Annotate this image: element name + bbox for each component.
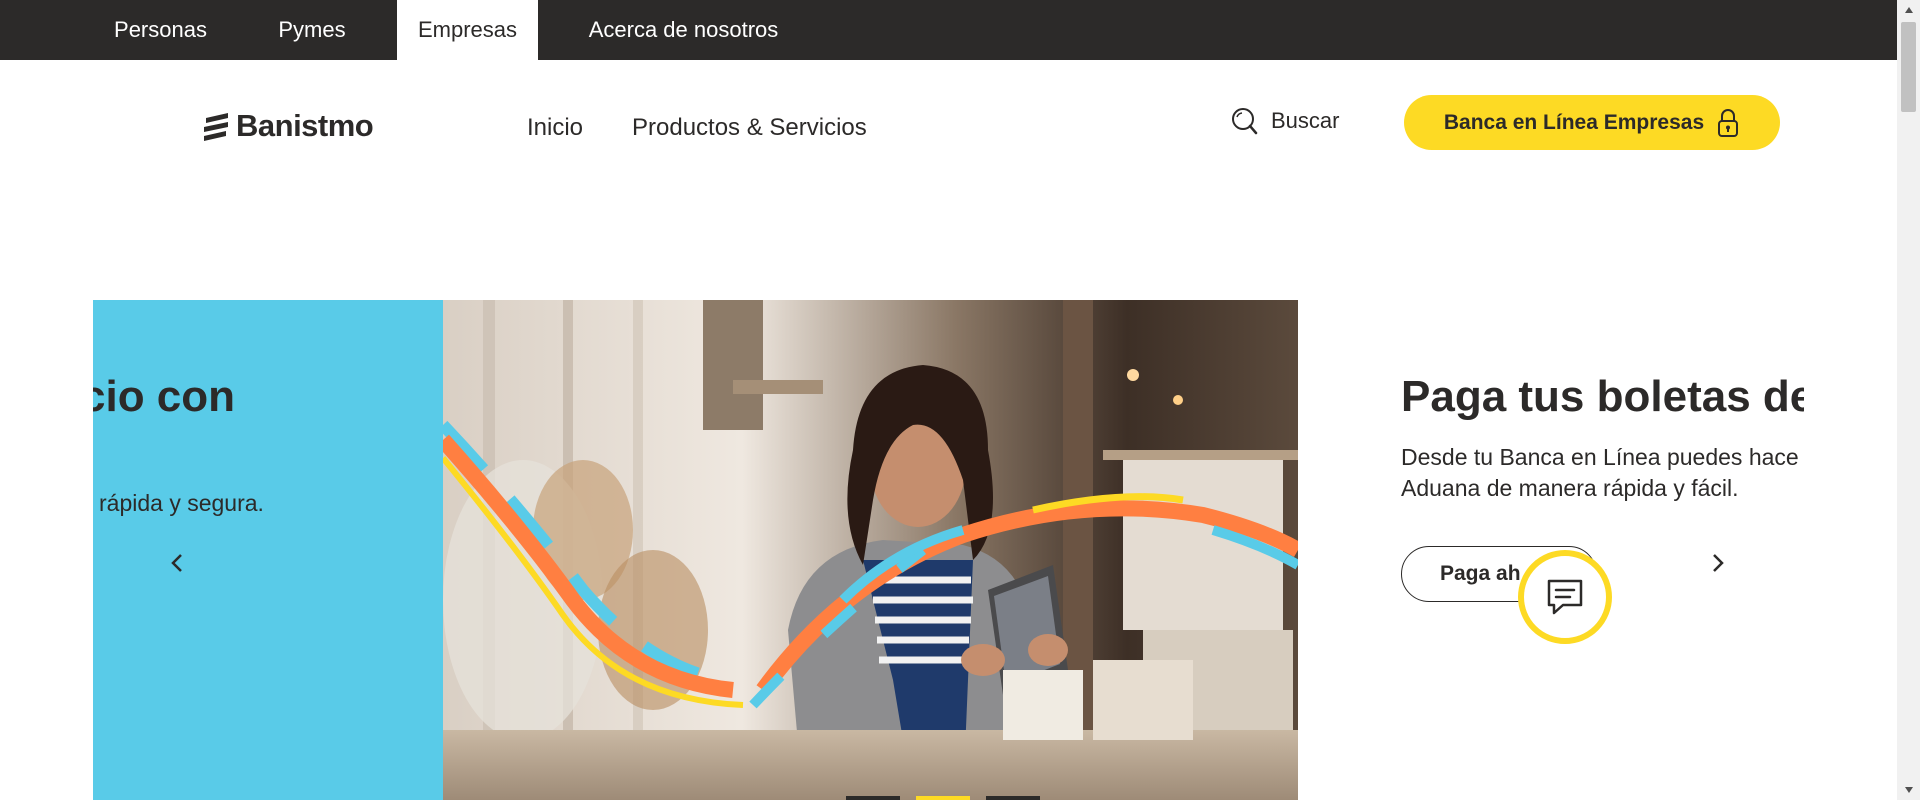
banistmo-logo[interactable]: Banistmo (200, 108, 374, 144)
search-icon (1232, 108, 1258, 135)
segment-personas[interactable]: Personas (93, 0, 228, 60)
paga-ahora-label: Paga ah (1440, 562, 1521, 585)
next-slide-description: Desde tu Banca en Línea puedes hace Adua… (1401, 442, 1799, 504)
segment-empresas[interactable]: Empresas (397, 0, 538, 60)
scroll-up-arrow[interactable] (1897, 0, 1920, 20)
carousel-slide-previous: cio con rápida y segura. (93, 300, 443, 800)
segment-bar: Personas Pymes Empresas Acerca de nosotr… (0, 0, 1897, 60)
segment-pymes[interactable]: Pymes (262, 0, 362, 60)
scroll-down-arrow[interactable] (1897, 780, 1920, 800)
nav-productos-servicios[interactable]: Productos & Servicios (632, 114, 867, 142)
chat-icon (1547, 579, 1583, 615)
previous-slide-description: rápida y segura. (99, 490, 264, 516)
carousel-photo-woman-with-tablet (443, 300, 1298, 800)
segment-acerca-de-nosotros[interactable]: Acerca de nosotros (570, 0, 797, 60)
carousel-indicator-active[interactable] (916, 796, 970, 800)
banca-en-linea-label: Banca en Línea Empresas (1443, 110, 1705, 134)
carousel-next-button[interactable] (1698, 543, 1738, 583)
carousel-indicator[interactable] (986, 796, 1040, 800)
photo-illustration (443, 300, 1298, 800)
next-slide-description-line-2: Aduana de manera rápida y fácil. (1401, 475, 1739, 501)
next-slide-description-line-1: Desde tu Banca en Línea puedes hace (1401, 444, 1799, 470)
scroll-thumb[interactable] (1901, 22, 1916, 112)
carousel-indicator[interactable] (846, 796, 900, 800)
lock-icon (1718, 108, 1739, 137)
nav-inicio[interactable]: Inicio (527, 114, 583, 142)
banistmo-logo-mark-icon (204, 113, 228, 141)
next-slide-title: Paga tus boletas de (1401, 372, 1804, 421)
carousel-slide-next: Paga tus boletas de Desde tu Banca en Lí… (1401, 300, 1804, 700)
chevron-right-icon (1713, 554, 1724, 572)
carousel-indicators (846, 796, 1046, 800)
banca-en-linea-button[interactable]: Banca en Línea Empresas (1404, 95, 1780, 150)
logo-text: Banistmo (236, 108, 374, 143)
triangle-down-icon (1904, 787, 1913, 793)
search-button[interactable]: Buscar (1229, 106, 1339, 136)
page-scrollbar[interactable] (1897, 0, 1920, 800)
chat-button[interactable] (1518, 550, 1612, 644)
search-label: Buscar (1271, 108, 1340, 133)
carousel-prev-button[interactable] (157, 543, 197, 583)
triangle-up-icon (1904, 7, 1913, 13)
chevron-left-icon (171, 554, 182, 572)
previous-slide-title: cio con (93, 372, 236, 421)
